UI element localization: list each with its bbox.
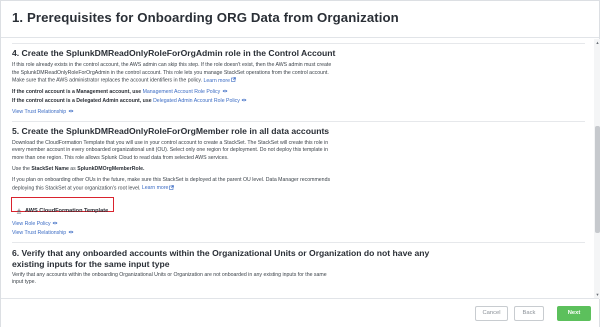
section-6-body: Verify that any accounts within the onbo…	[12, 272, 585, 287]
section-4-line-3: Make sure that the AWS administrator rep…	[12, 77, 203, 84]
section-6-title-line-1: 6. Verify that any onboarded accounts wi…	[12, 247, 430, 258]
back-button[interactable]: Back	[514, 306, 544, 321]
section-4-body: If this role already exists in the contr…	[12, 62, 585, 85]
deleg-account-row: If the control account is a Delegated Ad…	[12, 98, 585, 106]
divider	[12, 241, 585, 243]
learn-more-label: Learn more	[141, 185, 169, 192]
cancel-button[interactable]: Cancel	[475, 306, 508, 321]
download-icon	[16, 208, 22, 214]
divider	[12, 43, 585, 44]
external-link-icon	[169, 184, 175, 190]
scroll-down-icon[interactable]: ▼	[595, 292, 600, 297]
section-4-line-2: the SplunkDMReadOnlyRoleForOrgAdmin in t…	[12, 69, 329, 76]
role-policy-row: View Role Policy	[12, 221, 585, 229]
divider	[12, 120, 585, 122]
page-title: 1. Prerequisites for Onboarding ORG Data…	[12, 10, 399, 25]
section-4-title: 4. Create the SplunkDMReadOnlyRoleForOrg…	[12, 48, 336, 58]
stackset-name-value: SplunkDMOrgMemberRole.	[77, 165, 145, 172]
section-4-line-1: If this role already exists in the contr…	[12, 62, 332, 68]
wizard-panel: 1. Prerequisites for Onboarding ORG Data…	[0, 0, 600, 327]
stackset-name-label: StackSet Name	[31, 165, 69, 172]
trust-row-5: View Trust Relationship	[12, 230, 585, 238]
mgmt-role-policy-label: Management Account Role Policy	[142, 88, 221, 95]
section-5-body: Download the CloudFormation Template tha…	[12, 140, 585, 163]
deleg-role-policy-label: Delegated Admin Account Role Policy	[153, 97, 240, 104]
mgmt-account-row: If the control account is a Management a…	[12, 89, 585, 97]
stackset-name-row: Use the StackSet Name as SplunkDMOrgMemb…	[12, 166, 585, 174]
deleg-role-policy-link[interactable]: Delegated Admin Account Role Policy	[153, 98, 247, 104]
deleg-account-label: If the control account is a Delegated Ad…	[12, 97, 152, 104]
eye-icon	[52, 221, 58, 224]
panel-header: 1. Prerequisites for Onboarding ORG Data…	[1, 1, 599, 38]
view-role-policy-link[interactable]: View Role Policy	[12, 221, 58, 227]
wizard-footer: Cancel Back Next	[1, 298, 599, 327]
section-5-line-1: Download the CloudFormation Template tha…	[12, 139, 329, 146]
trust-row-4: View Trust Relationship	[12, 109, 585, 117]
section-5-title: 5. Create the SplunkDMReadOnlyRoleForOrg…	[12, 125, 330, 136]
ou-note-line-2: deploying this StackSet at your organiza…	[12, 185, 141, 192]
section-5-line-2: every member account in every onboarded …	[12, 147, 329, 154]
next-button[interactable]: Next	[557, 306, 591, 321]
section-6-line-2: input type.	[12, 279, 36, 286]
scroll-up-icon[interactable]: ▲	[595, 40, 600, 45]
trust-link-label: View Trust Relationship	[12, 230, 67, 237]
ou-note: If you plan on onboarding other OUs in t…	[12, 177, 585, 193]
trust-link-label: View Trust Relationship	[12, 108, 67, 115]
mgmt-role-policy-link[interactable]: Management Account Role Policy	[143, 89, 228, 95]
mgmt-account-label: If the control account is a Management a…	[12, 88, 142, 95]
cloudformation-template-label: AWS CloudFormation Template	[25, 207, 109, 214]
external-link-icon	[231, 77, 236, 82]
scrollbar-thumb[interactable]	[595, 126, 600, 233]
eye-icon	[68, 230, 74, 234]
eye-icon	[222, 89, 228, 93]
section-5-line-3: more than one region. This role allows S…	[12, 154, 229, 161]
learn-more-link[interactable]: Learn more	[141, 184, 175, 192]
stackset-prefix: Use the	[12, 165, 30, 172]
ou-note-line-1: If you plan on onboarding other OUs in t…	[12, 176, 331, 183]
stackset-as: as	[70, 165, 76, 172]
role-policy-label: View Role Policy	[12, 220, 51, 227]
highlight-box: AWS CloudFormation Template	[11, 196, 115, 214]
section-6-line-1: Verify that any accounts within the onbo…	[12, 271, 327, 278]
view-trust-relationship-link[interactable]: View Trust Relationship	[12, 230, 74, 236]
eye-icon	[68, 109, 74, 113]
learn-more-label: Learn more	[203, 77, 230, 84]
eye-icon	[241, 98, 247, 102]
section-6-title-line-2: existing inputs for the same input type	[12, 258, 170, 269]
scroll-content: 4. Create the SplunkDMReadOnlyRoleForOrg…	[1, 39, 595, 299]
cloudformation-template-button[interactable]: AWS CloudFormation Template	[16, 208, 108, 214]
learn-more-link[interactable]: Learn more	[203, 77, 236, 84]
section-6-title: 6. Verify that any onboarded accounts wi…	[12, 248, 585, 270]
view-trust-relationship-link[interactable]: View Trust Relationship	[12, 109, 74, 115]
